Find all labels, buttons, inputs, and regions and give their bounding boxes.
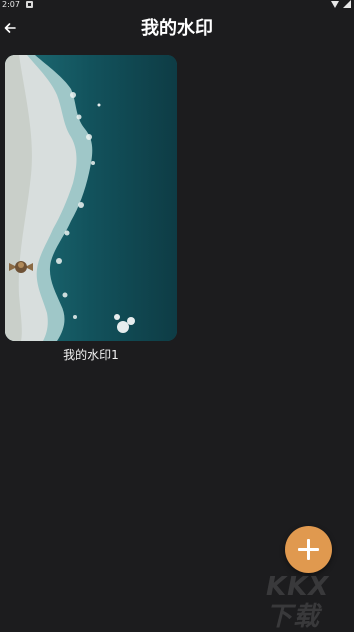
- wifi-icon: [331, 1, 339, 8]
- notification-icon: [26, 1, 33, 8]
- watermark-label: 我的水印1: [63, 348, 119, 362]
- site-watermark: KKX下载: [266, 572, 354, 632]
- site-watermark-text: KKX下载: [266, 572, 330, 632]
- page-title: 我的水印: [141, 18, 213, 39]
- add-watermark-button[interactable]: [285, 526, 332, 573]
- watermark-thumbnail[interactable]: [5, 55, 177, 341]
- app-bar: 我的水印: [0, 10, 354, 48]
- battery-icon: [343, 0, 351, 8]
- watermark-card[interactable]: 我的水印1: [5, 55, 177, 367]
- status-time: 2:07: [2, 0, 20, 9]
- status-bar: 2:07: [0, 0, 354, 10]
